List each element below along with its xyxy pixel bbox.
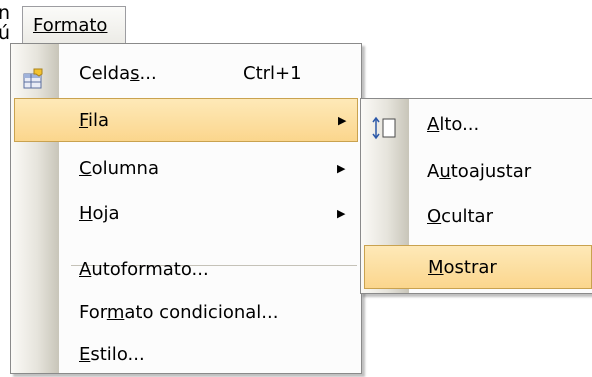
submenu-arrow-icon: ▶ xyxy=(337,207,346,220)
menu-item-hoja[interactable]: Hoja ▶ xyxy=(11,192,361,236)
menu-item-formato-condicional[interactable]: Formato condicional... xyxy=(11,291,361,335)
submenu-item-alto[interactable]: Alto... xyxy=(361,103,592,147)
fila-submenu: Alto... Autoajustar Ocultar Mostrar xyxy=(360,98,592,294)
menu-item-fila[interactable]: Fila ▶ xyxy=(14,98,358,142)
background-text-fragment: n xyxy=(0,2,11,24)
menu-formato[interactable]: Formato xyxy=(22,6,126,44)
submenu-item-mostrar[interactable]: Mostrar xyxy=(364,245,592,289)
submenu-item-autoajustar[interactable]: Autoajustar xyxy=(361,150,592,194)
menu-item-celdas[interactable]: Celdas... Ctrl+1 xyxy=(11,52,361,96)
menu-item-autoformato[interactable]: Autoformato... xyxy=(11,248,361,292)
formato-dropdown-menu: Celdas... Ctrl+1 Fila ▶ Columna ▶ Hoja ▶… xyxy=(10,43,362,374)
menu-formato-label: Formato xyxy=(33,15,108,36)
submenu-arrow-icon: ▶ xyxy=(337,162,346,175)
shortcut-label: Ctrl+1 xyxy=(243,63,302,84)
menu-item-estilo[interactable]: Estilo... xyxy=(11,333,361,377)
submenu-arrow-icon: ▶ xyxy=(338,114,347,127)
row-height-icon xyxy=(371,113,397,140)
background-text-fragment: ú xyxy=(0,22,11,44)
cell-format-icon xyxy=(22,63,44,89)
submenu-item-ocultar[interactable]: Ocultar xyxy=(361,195,592,239)
menu-item-columna[interactable]: Columna ▶ xyxy=(11,147,361,191)
